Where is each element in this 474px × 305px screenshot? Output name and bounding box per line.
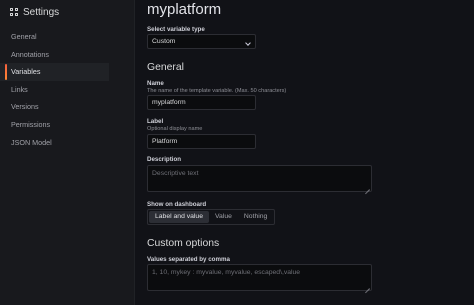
settings-nav: General Annotations Variables Links Vers… xyxy=(0,28,135,151)
show-on-dashboard-label: Show on dashboard xyxy=(147,201,207,208)
variable-type-value: Custom xyxy=(152,38,176,45)
radio-nothing[interactable]: Nothing xyxy=(238,211,273,223)
radio-value[interactable]: Value xyxy=(209,211,238,223)
page-title: myplatform xyxy=(147,1,222,18)
show-on-dashboard-radio-group: Label and value Value Nothing xyxy=(147,209,276,225)
name-input[interactable]: myplatform xyxy=(147,95,256,110)
name-description: The name of the template variable. (Max.… xyxy=(147,88,287,94)
nav-item-permissions[interactable]: Permissions xyxy=(0,116,135,134)
settings-grid-icon xyxy=(10,8,18,16)
sidebar-title: Settings xyxy=(23,6,60,18)
custom-options-heading: Custom options xyxy=(147,238,220,249)
label-field-label: Label xyxy=(147,118,164,125)
nav-item-variables[interactable]: Variables xyxy=(0,63,109,81)
nav-item-json-model[interactable]: JSON Model xyxy=(0,134,135,152)
values-label: Values separated by comma xyxy=(147,256,230,263)
description-textarea[interactable]: Descriptive text xyxy=(147,165,372,192)
description-label: Description xyxy=(147,156,182,163)
variable-type-select[interactable]: Custom xyxy=(147,34,256,49)
values-textarea[interactable]: 1, 10, mykey : myvalue, myvalue, escaped… xyxy=(147,264,372,291)
radio-label-and-value[interactable]: Label and value xyxy=(149,211,209,223)
variable-editor: myplatform Select variable type Custom G… xyxy=(135,0,474,305)
settings-sidebar: Settings General Annotations Variables L… xyxy=(0,0,135,305)
nav-item-versions[interactable]: Versions xyxy=(0,98,135,116)
name-label: Name xyxy=(147,80,164,87)
nav-item-general[interactable]: General xyxy=(0,28,135,46)
nav-item-annotations[interactable]: Annotations xyxy=(0,46,135,64)
description-placeholder: Descriptive text xyxy=(152,170,199,177)
variable-type-label: Select variable type xyxy=(147,26,205,33)
nav-item-links[interactable]: Links xyxy=(0,81,135,99)
resize-handle-icon[interactable] xyxy=(365,284,370,289)
chevron-down-icon xyxy=(245,40,251,46)
resize-handle-icon[interactable] xyxy=(365,185,370,190)
sidebar-header: Settings xyxy=(10,5,59,19)
general-heading: General xyxy=(147,62,184,73)
label-input[interactable]: Platform xyxy=(147,134,256,149)
values-placeholder: 1, 10, mykey : myvalue, myvalue, escaped… xyxy=(152,269,301,276)
label-field-description: Optional display name xyxy=(147,126,203,132)
